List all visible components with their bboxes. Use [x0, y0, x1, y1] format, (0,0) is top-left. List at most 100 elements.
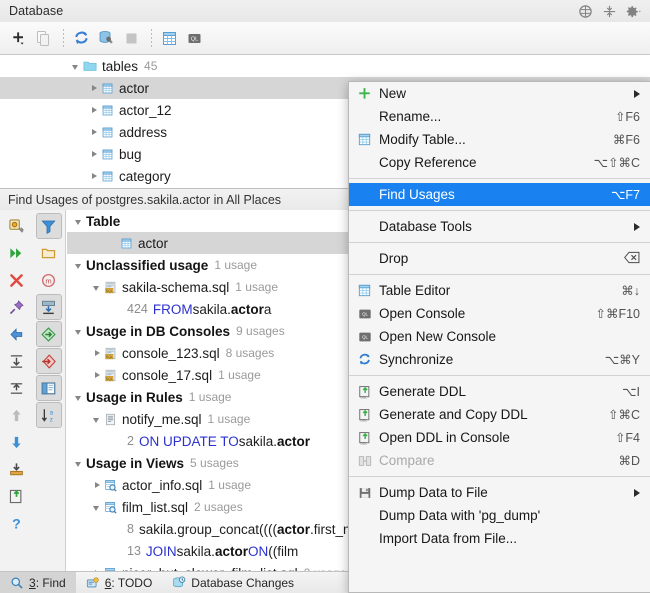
rerun-button[interactable]: [3, 240, 29, 266]
db-tree-row[interactable]: tables 45: [0, 55, 650, 77]
table-editor-button[interactable]: [158, 27, 181, 50]
sql-console-icon: QL: [357, 329, 372, 344]
menu-item-database-tools[interactable]: Database Tools: [349, 215, 650, 238]
find-tab[interactable]: 3: Find: [0, 572, 76, 593]
tree-expand-arrow-right[interactable]: [91, 347, 104, 360]
tree-expand-arrow-down[interactable]: [73, 215, 86, 228]
menu-item-table-editor[interactable]: Table Editor ⌘↓: [349, 279, 650, 302]
export-button[interactable]: [3, 456, 29, 482]
scroll-up-button[interactable]: [3, 402, 29, 428]
tree-expand-arrow-down[interactable]: [73, 259, 86, 272]
database-changes-tab[interactable]: Database Changes: [162, 572, 304, 593]
tree-expand-arrow-down[interactable]: [91, 413, 104, 426]
synchronize-button[interactable]: [70, 27, 93, 50]
usage-line-number: 13: [127, 544, 141, 558]
help-button[interactable]: ?: [3, 510, 29, 536]
submenu-arrow-icon: [612, 488, 640, 497]
menu-item-generate-and-copy-ddl[interactable]: DDL Generate and Copy DDL ⇧⌘C: [349, 403, 650, 426]
link-icon[interactable]: [578, 4, 593, 19]
tree-expand-arrow-right[interactable]: [88, 104, 101, 117]
tree-expand-arrow-right[interactable]: [91, 479, 104, 492]
settings-button[interactable]: [3, 213, 29, 239]
previous-occurrence-button[interactable]: [3, 321, 29, 347]
usage-code-segment: ((film: [268, 543, 299, 559]
menu-item-shortcut: ⌘↓: [621, 284, 640, 298]
pin-button[interactable]: [3, 294, 29, 320]
db-tree-row-label: bug: [119, 146, 142, 162]
menu-item-new[interactable]: New: [349, 82, 650, 105]
settings-icon[interactable]: [626, 4, 641, 19]
todo-tab[interactable]: 6: TODO: [76, 572, 163, 593]
help-icon: ?: [8, 515, 25, 531]
tree-expand-arrow-down[interactable]: [91, 501, 104, 514]
show-read-access-button[interactable]: [35, 321, 62, 347]
tree-expand-arrow-right[interactable]: [88, 82, 101, 95]
expand-all-button[interactable]: [3, 348, 29, 374]
menu-item-synchronize[interactable]: Synchronize ⌥⌘Y: [349, 348, 650, 371]
table-icon: [101, 170, 114, 183]
menu-item-compare[interactable]: Compare ⌘D: [349, 449, 650, 472]
filter-button[interactable]: [35, 213, 62, 239]
group-by-module-button[interactable]: m: [36, 267, 62, 293]
table-icon: [120, 237, 133, 250]
tree-expand-arrow-down[interactable]: [73, 457, 86, 470]
menu-separator: [349, 242, 650, 243]
collapse-all-button[interactable]: [3, 375, 29, 401]
usage-count: 8 usages: [225, 346, 275, 360]
menu-item-shortcut: ⌥F7: [611, 188, 640, 202]
ddl-icon: DDL: [357, 384, 372, 399]
svg-text:z: z: [50, 416, 53, 423]
preview-usages-button[interactable]: [35, 375, 62, 401]
tree-expand-arrow-right[interactable]: [88, 170, 101, 183]
tree-expand-arrow-down[interactable]: [70, 60, 83, 73]
usage-count: 1 usage: [188, 390, 232, 404]
tree-expand-arrow-down[interactable]: [73, 391, 86, 404]
show-write-access-icon: [40, 353, 57, 370]
menu-item-find-usages[interactable]: Find Usages ⌥F7: [349, 183, 650, 206]
sort-alphabetically-button[interactable]: a z: [35, 402, 62, 428]
stop-button[interactable]: [120, 27, 143, 50]
usage-count: 1 usage: [208, 478, 251, 492]
menu-item-modify-table[interactable]: Modify Table... ⌘F6: [349, 128, 650, 151]
duplicate-button[interactable]: [32, 27, 55, 50]
menu-item-drop[interactable]: Drop: [349, 247, 650, 270]
menu-item-copy-reference[interactable]: Copy Reference ⌥⇧⌘C: [349, 151, 650, 174]
menu-item-dump-data-pg-dump[interactable]: Dump Data with 'pg_dump': [349, 504, 650, 527]
menu-item-label: Table Editor: [379, 283, 451, 298]
tree-expand-arrow-right[interactable]: [88, 148, 101, 161]
menu-item-import-data-from-file[interactable]: Import Data from File...: [349, 527, 650, 550]
sql-file-icon: SQL: [104, 281, 117, 294]
group-by-file-structure-button[interactable]: [36, 240, 62, 266]
merge-usages-button[interactable]: [35, 294, 62, 320]
svg-text:SQL: SQL: [106, 354, 113, 358]
scroll-down-button[interactable]: [3, 429, 29, 455]
tree-expand-arrow-down[interactable]: [73, 325, 86, 338]
open-in-editor-button[interactable]: [3, 483, 29, 509]
collapse-icon[interactable]: [602, 4, 617, 19]
show-write-access-button[interactable]: [35, 348, 62, 374]
usage-count: 9 usages: [236, 324, 285, 338]
close-button[interactable]: [3, 267, 29, 293]
menu-item-dump-data-to-file[interactable]: Dump Data to File: [349, 481, 650, 504]
menu-item-rename[interactable]: Rename... ⇧F6: [349, 105, 650, 128]
usage-file-label: film_list.sql: [122, 499, 189, 515]
menu-item-shortcut: ⌥⇧⌘C: [593, 156, 640, 170]
menu-item-icon-empty: [357, 531, 372, 546]
usage-file-label: notify_me.sql: [122, 411, 202, 427]
open-console-button[interactable]: QL: [183, 27, 206, 50]
svg-text:QL: QL: [362, 311, 368, 316]
tree-expand-arrow-right[interactable]: [88, 126, 101, 139]
menu-item-shortcut: ⇧F4: [614, 431, 640, 445]
menu-item-open-ddl-in-console[interactable]: DDL Open DDL in Console ⇧F4: [349, 426, 650, 449]
add-button[interactable]: [7, 27, 30, 50]
status-tab-label-wrap: 6: TODO: [105, 576, 153, 590]
menu-item-generate-ddl[interactable]: DDL Generate DDL ⌥I: [349, 380, 650, 403]
context-menu[interactable]: New Rename... ⇧F6 Modify Table... ⌘F6 Copy R…: [348, 81, 650, 593]
tree-expand-arrow-down[interactable]: [91, 281, 104, 294]
menu-item-icon-empty: [357, 508, 372, 523]
stop-square-icon: [126, 33, 137, 43]
tree-expand-arrow-right[interactable]: [91, 369, 104, 382]
menu-item-open-console[interactable]: QL Open Console ⇧⌘F10: [349, 302, 650, 325]
menu-item-open-new-console[interactable]: QL Open New Console: [349, 325, 650, 348]
data-source-properties-button[interactable]: [95, 27, 118, 50]
